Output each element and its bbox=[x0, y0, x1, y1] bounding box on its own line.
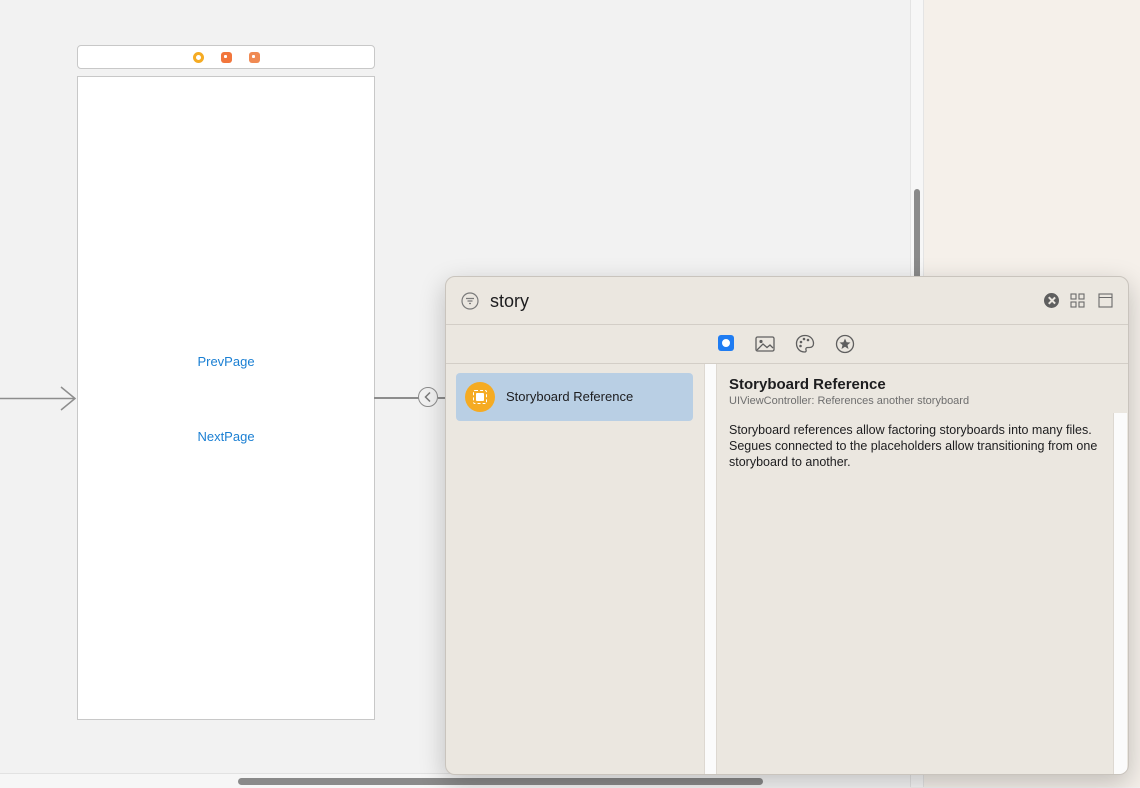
library-tabs bbox=[446, 325, 1128, 364]
clear-search-icon[interactable] bbox=[1044, 293, 1059, 308]
detail-subtitle: UIViewController: References another sto… bbox=[729, 395, 970, 407]
detail-description: Storyboard references allow factoring st… bbox=[729, 423, 1098, 469]
storyboard-reference-icon bbox=[465, 382, 495, 412]
detail-title: Storyboard Reference bbox=[729, 376, 886, 393]
horizontal-scroll-thumb[interactable] bbox=[238, 778, 763, 785]
next-page-button[interactable]: NextPage bbox=[78, 429, 374, 444]
vertical-scroll-thumb[interactable] bbox=[914, 189, 920, 287]
panel-divider[interactable] bbox=[704, 364, 717, 774]
library-header bbox=[446, 277, 1128, 325]
objects-icon[interactable] bbox=[718, 335, 734, 351]
view-controller-scene[interactable]: PrevPage NextPage bbox=[77, 76, 375, 720]
entry-point-arrow-icon[interactable] bbox=[0, 386, 78, 412]
detail-scrollbar[interactable] bbox=[1113, 413, 1127, 774]
list-item-storyboard-reference[interactable]: Storyboard Reference bbox=[456, 373, 693, 421]
segue-line[interactable] bbox=[374, 397, 420, 399]
detail-layout-icon[interactable] bbox=[1098, 293, 1113, 308]
image-icon[interactable] bbox=[755, 334, 775, 354]
star-icon[interactable] bbox=[835, 334, 855, 354]
library-results-list: Storyboard Reference bbox=[446, 364, 704, 774]
segue-icon[interactable] bbox=[418, 387, 438, 407]
palette-icon[interactable] bbox=[795, 334, 815, 354]
grid-view-icon[interactable] bbox=[1070, 293, 1085, 308]
prev-page-button[interactable]: PrevPage bbox=[78, 354, 374, 369]
library-search-input[interactable] bbox=[490, 287, 1010, 315]
first-responder-icon[interactable] bbox=[221, 52, 232, 63]
view-controller-icon[interactable] bbox=[193, 52, 204, 63]
library-detail-pane: Storyboard Reference UIViewController: R… bbox=[718, 364, 1112, 774]
scene-dock[interactable] bbox=[77, 45, 375, 69]
list-item-label: Storyboard Reference bbox=[506, 389, 634, 404]
exit-icon[interactable] bbox=[249, 52, 260, 63]
library-panel[interactable]: Storyboard Reference Storyboard Referenc… bbox=[445, 276, 1129, 775]
filter-icon[interactable] bbox=[461, 292, 479, 310]
